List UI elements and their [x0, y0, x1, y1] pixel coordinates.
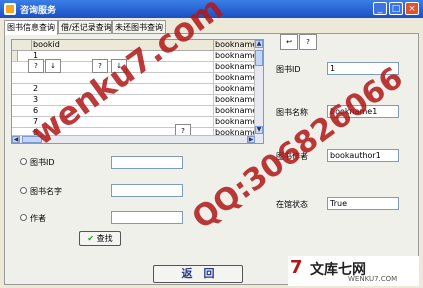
search-input-author[interactable]	[111, 211, 183, 224]
scroll-right-icon[interactable]: ▶	[247, 136, 255, 143]
search-input-book-name[interactable]	[111, 184, 183, 197]
app-icon	[4, 3, 16, 15]
search-label-author: 作者	[30, 214, 46, 223]
close-button[interactable]: ×	[405, 2, 419, 15]
search-input-book-id[interactable]	[111, 156, 183, 169]
logo-mark-icon: 7	[290, 257, 303, 278]
help-record-icon[interactable]: ?	[299, 34, 317, 50]
maximize-button[interactable]: □	[389, 2, 403, 15]
cell-bookname[interactable]: bookname6	[214, 106, 255, 116]
tab-book-info[interactable]: 图书信息查询	[4, 20, 58, 35]
check-icon: ✔	[87, 234, 95, 243]
row-selector-icon	[12, 51, 18, 61]
main-window: 咨询服务 _ □ × 图书信息查询 借/还记录查询 未还图书查询 bookid …	[0, 0, 423, 288]
scroll-thumb[interactable]	[255, 50, 263, 66]
tab-borrow-records[interactable]: 借/还记录查询	[58, 20, 112, 34]
search-label-book-name: 图书名字	[30, 187, 62, 196]
logo-url: WENKU7.COM	[348, 275, 398, 283]
detail-label-status: 在馆状态	[276, 200, 308, 209]
site-logo: 7 文库七网 WENKU7.COM	[288, 256, 419, 286]
detail-label-book-id: 图书ID	[276, 65, 301, 74]
radio-book-name[interactable]	[20, 187, 27, 194]
cell-bookname[interactable]: bookname2	[214, 84, 255, 94]
radio-author[interactable]	[20, 214, 27, 221]
prev-record-icon[interactable]: ↩	[280, 34, 298, 50]
back-button[interactable]: 返 回	[153, 265, 243, 283]
cell-bookname[interactable]: bookname3	[214, 95, 255, 105]
record-down-icon[interactable]: ↓	[45, 59, 61, 73]
search-button[interactable]: ✔ 查找	[79, 231, 121, 246]
record-edit-icon[interactable]: ?	[28, 59, 44, 73]
search-label-book-id: 图书ID	[30, 158, 55, 167]
detail-label-book-name: 图书名称	[276, 108, 308, 117]
window-title: 咨询服务	[20, 6, 57, 16]
vertical-scrollbar[interactable]: ▲ ▼	[254, 40, 263, 143]
scroll-up-icon[interactable]: ▲	[255, 40, 263, 48]
cell-bookname[interactable]: bookname7	[214, 117, 255, 127]
scroll-down-icon[interactable]: ▼	[255, 126, 263, 134]
detail-field-status[interactable]: True	[327, 197, 399, 210]
scroll-left-icon[interactable]: ◀	[12, 136, 20, 143]
minimize-button[interactable]: _	[373, 2, 387, 15]
cell-bookname[interactable]: bookname1	[214, 51, 255, 61]
radio-book-id[interactable]	[20, 158, 27, 165]
column-header-bookname[interactable]: bookname	[214, 40, 257, 51]
cell-bookname[interactable]: bookname4	[214, 62, 255, 72]
tab-panel: bookid bookname 1 bookname1 bookname4 bo…	[4, 33, 419, 285]
search-button-label: 查找	[96, 234, 113, 243]
grid-corner	[12, 40, 32, 51]
detail-field-author[interactable]: bookauthor1	[327, 149, 399, 162]
cell-bookname[interactable]: bookname5	[214, 73, 255, 83]
